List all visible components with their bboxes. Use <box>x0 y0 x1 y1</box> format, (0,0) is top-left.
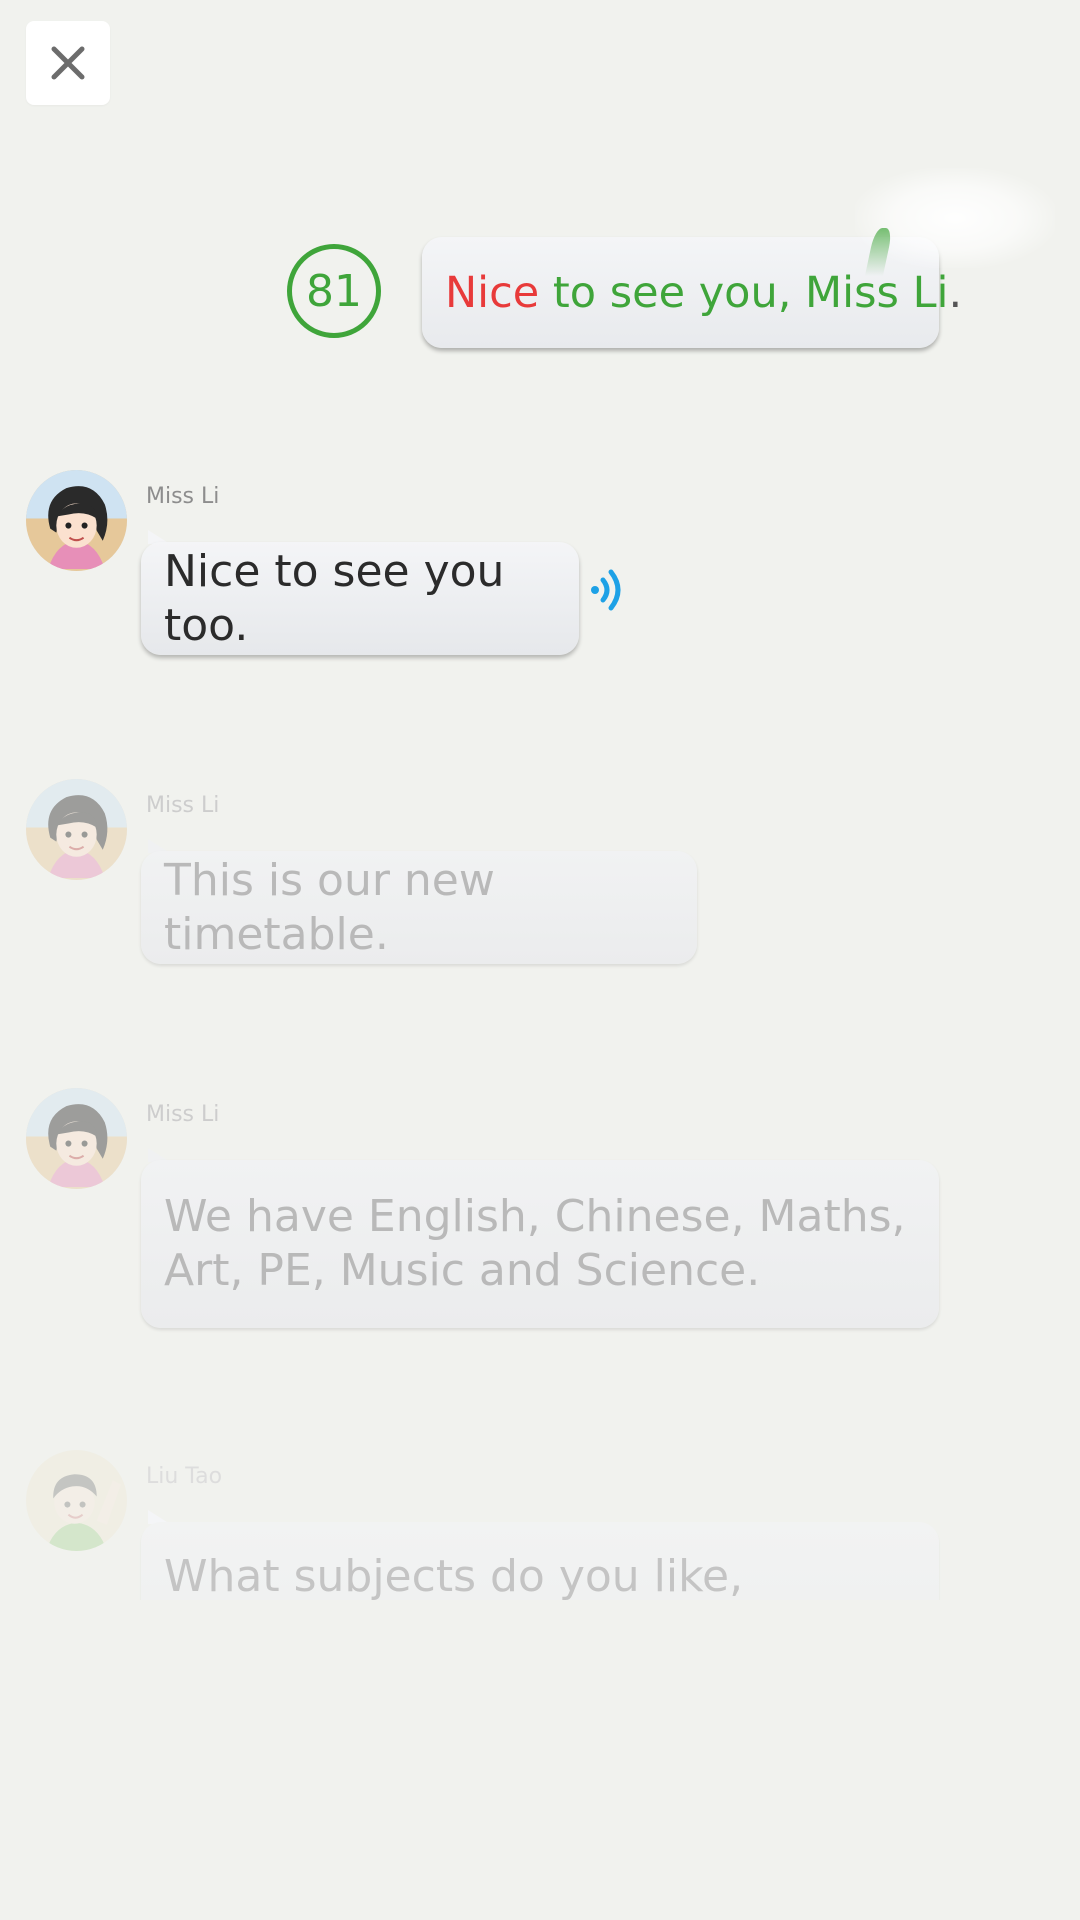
message-text: This is our new timetable. <box>164 854 495 960</box>
message-bubble[interactable]: Nice to see you too. <box>141 542 579 655</box>
message-text-line-2: Art, PE, Music and Science. <box>164 1245 761 1296</box>
speaker-name: Miss Li <box>146 793 220 818</box>
avatar-miss-li <box>26 779 127 880</box>
close-icon <box>51 46 85 80</box>
avatar-miss-li <box>26 470 127 571</box>
word-incorrect: Nice <box>445 267 540 318</box>
close-button[interactable] <box>26 21 110 105</box>
message-text: Nice to see you too. <box>164 545 505 651</box>
dialogue-message-clipped: Liu Tao What subjects do you like, <box>0 1440 1080 1600</box>
avatar-liu-tao <box>26 1450 127 1551</box>
sentence-punctuation: . <box>948 267 963 318</box>
message-bubble[interactable]: We have English, Chinese, Maths, Art, PE… <box>141 1160 939 1328</box>
speaker-name: Miss Li <box>146 484 220 509</box>
message-text-line-1: We have English, Chinese, Maths, <box>164 1191 906 1242</box>
message-bubble[interactable]: This is our new timetable. <box>141 851 697 964</box>
speaker-wave-icon[interactable] <box>590 569 626 611</box>
message-bubble[interactable]: What subjects do you like, <box>141 1522 939 1600</box>
avatar-miss-li <box>26 1088 127 1189</box>
pronunciation-score: 81 <box>287 244 381 338</box>
message-text: What subjects do you like, <box>164 1551 744 1600</box>
words-correct: to see you, Miss Li <box>539 267 949 318</box>
score-value: 81 <box>306 265 362 317</box>
speaker-name: Miss Li <box>146 1102 220 1127</box>
speaker-name: Liu Tao <box>146 1464 223 1489</box>
